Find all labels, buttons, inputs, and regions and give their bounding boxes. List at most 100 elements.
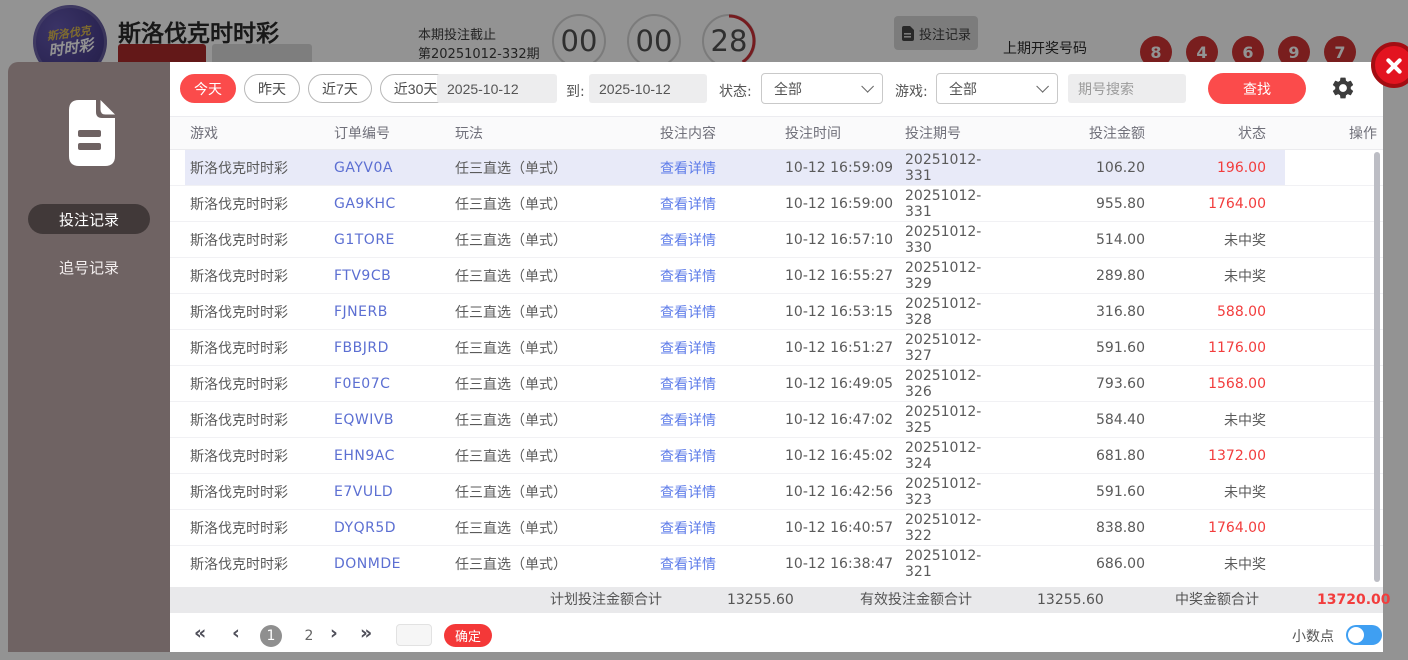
search-button[interactable]: 查找 bbox=[1208, 73, 1306, 104]
view-detail-link[interactable]: 查看详情 bbox=[660, 338, 785, 358]
chevron-down-icon bbox=[861, 80, 874, 93]
cell-game: 斯洛伐克时时彩 bbox=[190, 196, 288, 213]
view-detail-link[interactable]: 查看详情 bbox=[660, 374, 785, 394]
cell-period: 20251012-330 bbox=[905, 223, 982, 256]
quick-range-button[interactable]: 昨天 bbox=[244, 74, 300, 103]
next-page-button[interactable]: › bbox=[330, 622, 338, 644]
prev-page-button[interactable]: ‹ bbox=[232, 622, 240, 644]
sidebar-menu: 投注记录 追号记录 bbox=[8, 204, 170, 282]
cell-period: 20251012-322 bbox=[905, 511, 982, 544]
first-page-button[interactable]: « bbox=[194, 622, 206, 644]
column-header: 操作 bbox=[1349, 126, 1377, 142]
table-body: 斯洛伐克时时彩 GAYV0A 任三直选（单式） 查看详情 10-12 16:59:09 2… bbox=[170, 150, 1383, 581]
cell-period: 20251012-328 bbox=[905, 295, 982, 328]
sidebar-item[interactable]: 投注记录 bbox=[28, 204, 150, 234]
cell-play-type: 任三直选（单式） bbox=[455, 484, 567, 501]
view-detail-link[interactable]: 查看详情 bbox=[660, 158, 785, 178]
cell-bet-time: 10-12 16:40:57 bbox=[785, 519, 894, 536]
sidebar-item[interactable]: 追号记录 bbox=[28, 252, 150, 282]
order-id-link[interactable]: FJNERB bbox=[334, 304, 455, 320]
cell-amount: 793.60 bbox=[1096, 375, 1145, 392]
page-number-button[interactable]: 1 bbox=[260, 625, 282, 647]
table-row: 斯洛伐克时时彩 DYQR5D 任三直选（单式） 查看详情 10-12 16:40:57 2… bbox=[170, 509, 1383, 545]
cell-game: 斯洛伐克时时彩 bbox=[190, 520, 288, 537]
cell-amount: 514.00 bbox=[1096, 231, 1145, 248]
order-id-link[interactable]: G1TORE bbox=[334, 232, 455, 248]
order-id-link[interactable]: GAYV0A bbox=[334, 160, 455, 176]
decimal-toggle-label: 小数点 bbox=[1292, 629, 1334, 645]
cell-amount: 681.80 bbox=[1096, 447, 1145, 464]
table-row: 斯洛伐克时时彩 DONMDE 任三直选（单式） 查看详情 10-12 16:38:47 2… bbox=[170, 545, 1383, 581]
view-detail-link[interactable]: 查看详情 bbox=[660, 410, 785, 430]
order-id-link[interactable]: GA9KHC bbox=[334, 196, 455, 212]
view-detail-link[interactable]: 查看详情 bbox=[660, 518, 785, 538]
table-row: 斯洛伐克时时彩 F0E07C 任三直选（单式） 查看详情 10-12 16:49:05 2… bbox=[170, 365, 1383, 401]
cell-amount: 686.00 bbox=[1096, 555, 1145, 572]
period-search-input[interactable] bbox=[1068, 74, 1186, 103]
bet-records-modal: 今天昨天近7天近30天 到: 状态: 全部 游戏: 全部 查找 游戏 订单编号 玩法… bbox=[170, 62, 1391, 652]
pagination-bar: « ‹ 12 › » 确定 小数点 bbox=[170, 618, 1383, 652]
table-row: 斯洛伐克时时彩 GA9KHC 任三直选（单式） 查看详情 10-12 16:59:00 2… bbox=[170, 185, 1383, 221]
cell-bet-time: 10-12 16:59:09 bbox=[785, 159, 894, 176]
cell-play-type: 任三直选（单式） bbox=[455, 340, 567, 357]
column-header: 投注金额 bbox=[1089, 126, 1145, 142]
order-id-link[interactable]: DYQR5D bbox=[334, 520, 455, 536]
table-row: 斯洛伐克时时彩 E7VULD 任三直选（单式） 查看详情 10-12 16:42:56 2… bbox=[170, 473, 1383, 509]
plan-total-label: 计划投注金额合计 bbox=[550, 592, 662, 608]
game-select-value: 全部 bbox=[949, 81, 977, 98]
scrollbar[interactable] bbox=[1374, 152, 1380, 582]
view-detail-link[interactable]: 查看详情 bbox=[660, 194, 785, 214]
cell-period: 20251012-331 bbox=[905, 151, 982, 184]
quick-range-button[interactable]: 近7天 bbox=[308, 74, 372, 103]
order-id-link[interactable]: EHN9AC bbox=[334, 448, 455, 464]
table-row: 斯洛伐克时时彩 FTV9CB 任三直选（单式） 查看详情 10-12 16:55:27 2… bbox=[170, 257, 1383, 293]
page-number-button[interactable]: 2 bbox=[298, 625, 320, 647]
order-id-link[interactable]: FTV9CB bbox=[334, 268, 455, 284]
cell-status: 未中奖 bbox=[1224, 556, 1266, 573]
last-page-button[interactable]: » bbox=[360, 622, 372, 644]
date-to-input[interactable] bbox=[589, 74, 707, 103]
view-detail-link[interactable]: 查看详情 bbox=[660, 446, 785, 466]
view-detail-link[interactable]: 查看详情 bbox=[660, 230, 785, 250]
status-filter-label: 状态: bbox=[719, 84, 752, 100]
status-select[interactable]: 全部 bbox=[761, 73, 883, 104]
game-select[interactable]: 全部 bbox=[936, 73, 1058, 104]
view-detail-link[interactable]: 查看详情 bbox=[660, 482, 785, 502]
cell-play-type: 任三直选（单式） bbox=[455, 196, 567, 213]
cell-bet-time: 10-12 16:57:10 bbox=[785, 231, 894, 248]
cell-status: 未中奖 bbox=[1224, 268, 1266, 285]
totals-bar: 计划投注金额合计 13255.60 有效投注金额合计 13255.60 中奖金额… bbox=[170, 587, 1391, 613]
table-row: 斯洛伐克时时彩 EQWIVB 任三直选（单式） 查看详情 10-12 16:47:02 2… bbox=[170, 401, 1383, 437]
order-id-link[interactable]: EQWIVB bbox=[334, 412, 455, 428]
cell-period: 20251012-321 bbox=[905, 547, 982, 580]
cell-status: 1764.00 bbox=[1208, 519, 1266, 536]
date-from-input[interactable] bbox=[437, 74, 557, 103]
view-detail-link[interactable]: 查看详情 bbox=[660, 266, 785, 286]
cell-bet-time: 10-12 16:38:47 bbox=[785, 555, 894, 572]
order-id-link[interactable]: E7VULD bbox=[334, 484, 455, 500]
column-header: 投注时间 bbox=[785, 126, 841, 142]
cell-status: 588.00 bbox=[1217, 303, 1266, 320]
gear-icon[interactable] bbox=[1330, 75, 1356, 101]
chevron-down-icon bbox=[1036, 80, 1049, 93]
cell-status: 1764.00 bbox=[1208, 195, 1266, 212]
cell-amount: 289.80 bbox=[1096, 267, 1145, 284]
table-row: 斯洛伐克时时彩 G1TORE 任三直选（单式） 查看详情 10-12 16:57:10 2… bbox=[170, 221, 1383, 257]
records-document-icon bbox=[63, 100, 115, 166]
quick-range-button[interactable]: 今天 bbox=[180, 74, 236, 103]
page-jump-confirm-button[interactable]: 确定 bbox=[444, 624, 492, 647]
cell-play-type: 任三直选（单式） bbox=[455, 556, 567, 573]
view-detail-link[interactable]: 查看详情 bbox=[660, 554, 785, 574]
order-id-link[interactable]: DONMDE bbox=[334, 556, 455, 572]
decimal-toggle[interactable] bbox=[1346, 625, 1382, 645]
table-header-row: 游戏 订单编号 玩法 投注内容 投注时间 投注期号 投注金额 状态 操作 bbox=[170, 117, 1383, 150]
order-id-link[interactable]: FBBJRD bbox=[334, 340, 455, 356]
cell-period: 20251012-324 bbox=[905, 439, 982, 472]
cell-amount: 955.80 bbox=[1096, 195, 1145, 212]
page-jump-input[interactable] bbox=[396, 624, 432, 646]
game-filter-label: 游戏: bbox=[895, 84, 928, 100]
order-id-link[interactable]: F0E07C bbox=[334, 376, 455, 392]
table-row: 斯洛伐克时时彩 GAYV0A 任三直选（单式） 查看详情 10-12 16:59:09 2… bbox=[170, 150, 1383, 185]
view-detail-link[interactable]: 查看详情 bbox=[660, 302, 785, 322]
valid-total-value: 13255.60 bbox=[1037, 592, 1104, 608]
